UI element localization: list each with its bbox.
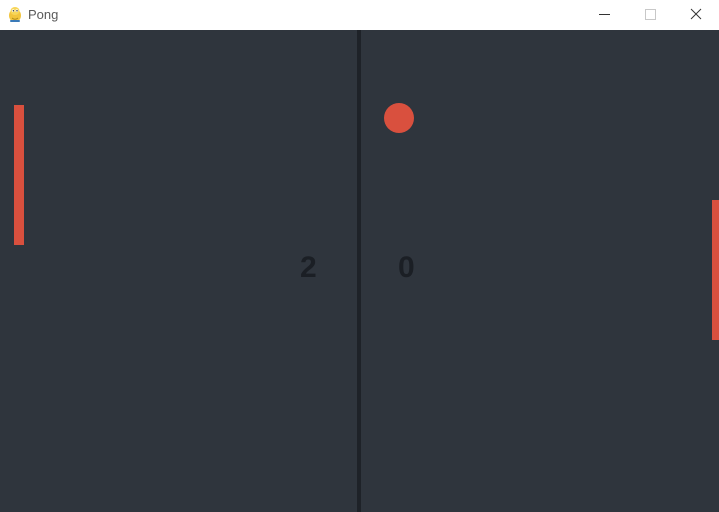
left-score: 2: [300, 251, 317, 284]
minimize-button[interactable]: [581, 0, 627, 30]
left-paddle: [14, 105, 24, 245]
game-canvas[interactable]: 2 0: [0, 30, 719, 512]
window-title: Pong: [28, 7, 59, 22]
ball: [384, 103, 414, 133]
right-score: 0: [398, 251, 415, 284]
maximize-button[interactable]: [627, 0, 673, 30]
minimize-icon: [599, 14, 610, 15]
right-paddle: [712, 200, 719, 340]
close-icon: [690, 8, 702, 20]
close-button[interactable]: [673, 0, 719, 30]
python-snake-icon: [7, 6, 23, 23]
pong-window: Pong 2 0: [0, 0, 719, 512]
title-bar[interactable]: Pong: [0, 0, 719, 30]
center-net: [357, 30, 361, 512]
maximize-icon: [645, 9, 656, 20]
